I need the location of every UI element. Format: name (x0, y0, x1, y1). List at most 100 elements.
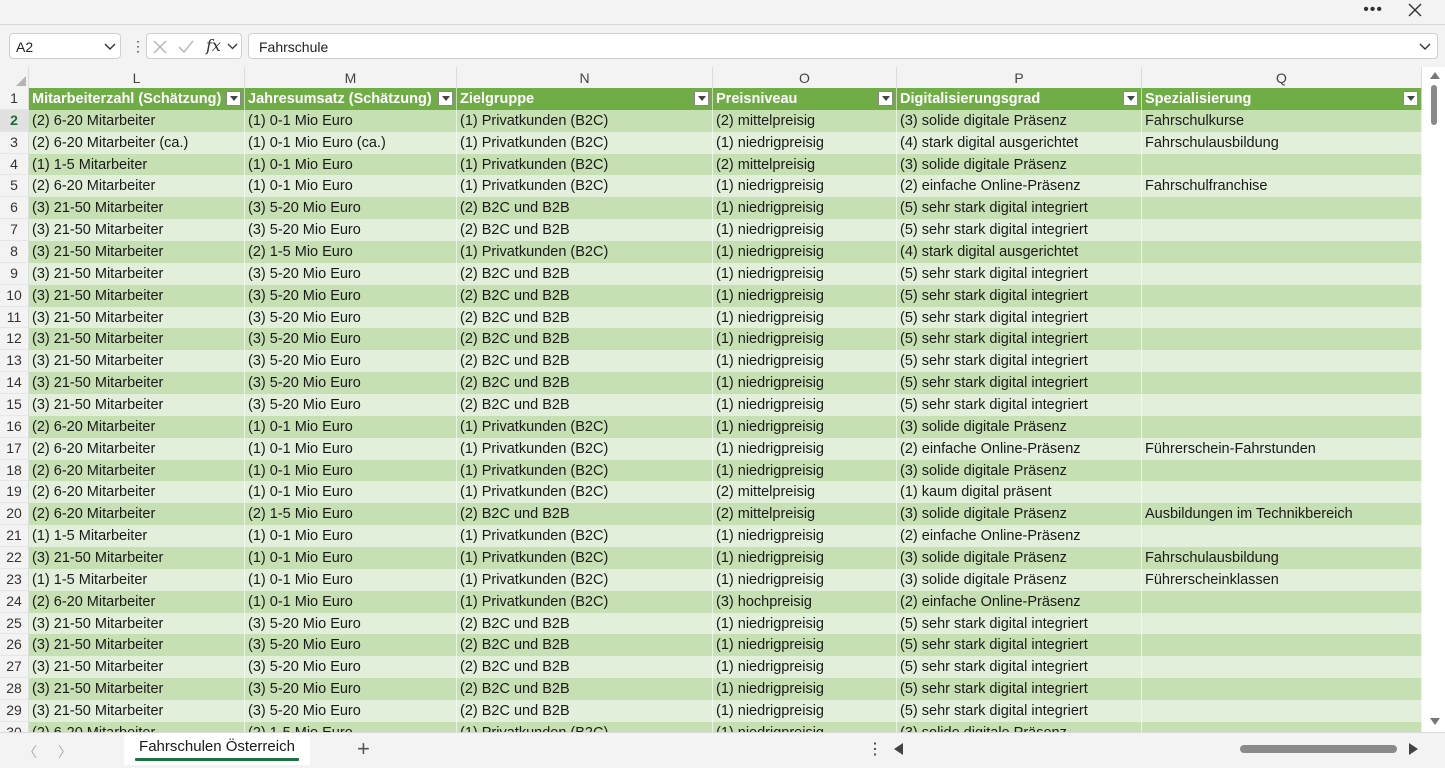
table-cell[interactable]: (1) 0-1 Mio Euro (245, 175, 457, 198)
table-cell[interactable]: (1) niedrigpreisig (713, 437, 897, 460)
row-header[interactable]: 15 (0, 394, 29, 416)
table-cell[interactable]: (5) sehr stark digital integriert (897, 700, 1142, 722)
row-header[interactable]: 2 (0, 109, 29, 132)
table-cell[interactable]: (1) 0-1 Mio Euro (245, 437, 457, 460)
confirm-icon[interactable] (178, 40, 194, 54)
scroll-up-icon[interactable] (1430, 71, 1440, 79)
filter-dropdown-icon[interactable] (1403, 91, 1418, 106)
row-header[interactable]: 12 (0, 328, 29, 351)
table-cell[interactable] (1142, 459, 1422, 482)
column-header-q[interactable]: Q (1142, 67, 1422, 88)
row-header[interactable]: 11 (0, 306, 29, 329)
table-cell[interactable]: (1) 0-1 Mio Euro (245, 590, 457, 613)
table-cell[interactable]: (3) 5-20 Mio Euro (245, 350, 457, 373)
table-cell[interactable] (1142, 700, 1422, 722)
table-cell[interactable] (1142, 394, 1422, 416)
table-cell[interactable]: (1) Privatkunden (B2C) (457, 721, 713, 732)
table-cell[interactable]: (2) B2C und B2B (457, 612, 713, 635)
row-header[interactable]: 4 (0, 153, 29, 176)
column-header-m[interactable]: M (245, 67, 457, 88)
row-header[interactable]: 21 (0, 525, 29, 548)
table-cell[interactable]: (1) niedrigpreisig (713, 525, 897, 548)
table-header-cell[interactable]: Zielgruppe (457, 88, 713, 110)
table-cell[interactable]: (1) niedrigpreisig (713, 721, 897, 732)
table-cell[interactable]: (3) solide digitale Präsenz (897, 503, 1142, 526)
table-cell[interactable]: (1) Privatkunden (B2C) (457, 109, 713, 132)
table-cell[interactable]: (3) solide digitale Präsenz (897, 153, 1142, 176)
table-cell[interactable]: Fahrschulausbildung (1142, 547, 1422, 569)
table-cell[interactable] (1142, 481, 1422, 504)
table-cell[interactable]: (5) sehr stark digital integriert (897, 612, 1142, 635)
table-cell[interactable]: (3) solide digitale Präsenz (897, 568, 1142, 591)
table-cell[interactable]: (1) Privatkunden (B2C) (457, 525, 713, 548)
table-cell[interactable]: (2) 6-20 Mitarbeiter (29, 175, 245, 198)
row-header[interactable]: 1 (0, 88, 29, 110)
table-cell[interactable]: (5) sehr stark digital integriert (897, 328, 1142, 351)
table-header-cell[interactable]: Jahresumsatz (Schätzung) (245, 88, 457, 110)
table-cell[interactable]: (2) B2C und B2B (457, 306, 713, 329)
table-cell[interactable]: (3) solide digitale Präsenz (897, 109, 1142, 132)
table-cell[interactable]: (2) 6-20 Mitarbeiter (ca.) (29, 131, 245, 154)
row-header[interactable]: 5 (0, 175, 29, 198)
table-cell[interactable]: (1) 0-1 Mio Euro (245, 109, 457, 132)
name-box[interactable]: A2 (9, 33, 121, 59)
more-options-icon[interactable]: ••• (1363, 1, 1383, 19)
scroll-left-icon[interactable] (894, 743, 903, 755)
row-header[interactable]: 22 (0, 547, 29, 569)
table-cell[interactable]: (2) 6-20 Mitarbeiter (29, 415, 245, 438)
table-cell[interactable]: (2) B2C und B2B (457, 656, 713, 679)
row-header[interactable]: 10 (0, 284, 29, 307)
table-cell[interactable]: (3) 5-20 Mio Euro (245, 678, 457, 701)
row-header[interactable]: 17 (0, 437, 29, 460)
table-cell[interactable]: (5) sehr stark digital integriert (897, 306, 1142, 329)
table-cell[interactable]: (2) B2C und B2B (457, 284, 713, 307)
row-header[interactable]: 25 (0, 612, 29, 635)
table-cell[interactable]: (1) niedrigpreisig (713, 197, 897, 220)
table-cell[interactable]: (1) niedrigpreisig (713, 262, 897, 285)
table-cell[interactable] (1142, 153, 1422, 176)
row-header[interactable]: 28 (0, 678, 29, 701)
table-cell[interactable]: (3) 21-50 Mitarbeiter (29, 197, 245, 220)
previous-sheet-icon[interactable]: 〈 (23, 742, 37, 762)
table-cell[interactable] (1142, 372, 1422, 395)
table-cell[interactable] (1142, 634, 1422, 657)
table-cell[interactable] (1142, 306, 1422, 329)
table-cell[interactable]: (5) sehr stark digital integriert (897, 394, 1142, 416)
table-cell[interactable]: (1) kaum digital präsent (897, 481, 1142, 504)
table-cell[interactable]: (3) 21-50 Mitarbeiter (29, 700, 245, 722)
table-cell[interactable]: (5) sehr stark digital integriert (897, 634, 1142, 657)
table-cell[interactable]: (3) hochpreisig (713, 590, 897, 613)
row-header[interactable]: 26 (0, 634, 29, 657)
scroll-down-icon[interactable] (1430, 718, 1440, 726)
table-cell[interactable]: (3) solide digitale Präsenz (897, 459, 1142, 482)
table-cell[interactable]: (3) 21-50 Mitarbeiter (29, 219, 245, 242)
table-cell[interactable]: (1) niedrigpreisig (713, 372, 897, 395)
table-cell[interactable]: (2) 6-20 Mitarbeiter (29, 437, 245, 460)
table-cell[interactable] (1142, 415, 1422, 438)
row-header[interactable]: 16 (0, 415, 29, 438)
table-cell[interactable]: (1) 0-1 Mio Euro (245, 568, 457, 591)
table-cell[interactable]: (3) solide digitale Präsenz (897, 721, 1142, 732)
table-cell[interactable]: (2) B2C und B2B (457, 262, 713, 285)
column-header-o[interactable]: O (713, 67, 897, 88)
table-cell[interactable]: (2) einfache Online-Präsenz (897, 590, 1142, 613)
vertical-scroll-thumb[interactable] (1431, 85, 1437, 125)
table-cell[interactable]: (3) 21-50 Mitarbeiter (29, 612, 245, 635)
table-cell[interactable]: (2) B2C und B2B (457, 394, 713, 416)
table-cell[interactable]: (2) 1-5 Mio Euro (245, 503, 457, 526)
table-cell[interactable]: (1) 0-1 Mio Euro (245, 415, 457, 438)
sheet-tab-fahrschulen[interactable]: Fahrschulen Österreich (124, 733, 310, 765)
table-cell[interactable]: (1) niedrigpreisig (713, 328, 897, 351)
filter-dropdown-icon[interactable] (438, 91, 453, 106)
table-cell[interactable]: (2) einfache Online-Präsenz (897, 525, 1142, 548)
table-cell[interactable]: (2) 6-20 Mitarbeiter (29, 503, 245, 526)
table-cell[interactable]: (3) 21-50 Mitarbeiter (29, 262, 245, 285)
table-cell[interactable]: Ausbildungen im Technikbereich (1142, 503, 1422, 526)
table-cell[interactable]: (4) stark digital ausgerichtet (897, 241, 1142, 263)
row-header[interactable]: 13 (0, 350, 29, 373)
table-cell[interactable]: (2) B2C und B2B (457, 372, 713, 395)
table-cell[interactable] (1142, 678, 1422, 701)
row-header[interactable]: 24 (0, 590, 29, 613)
filter-dropdown-icon[interactable] (878, 91, 893, 106)
table-cell[interactable] (1142, 284, 1422, 307)
